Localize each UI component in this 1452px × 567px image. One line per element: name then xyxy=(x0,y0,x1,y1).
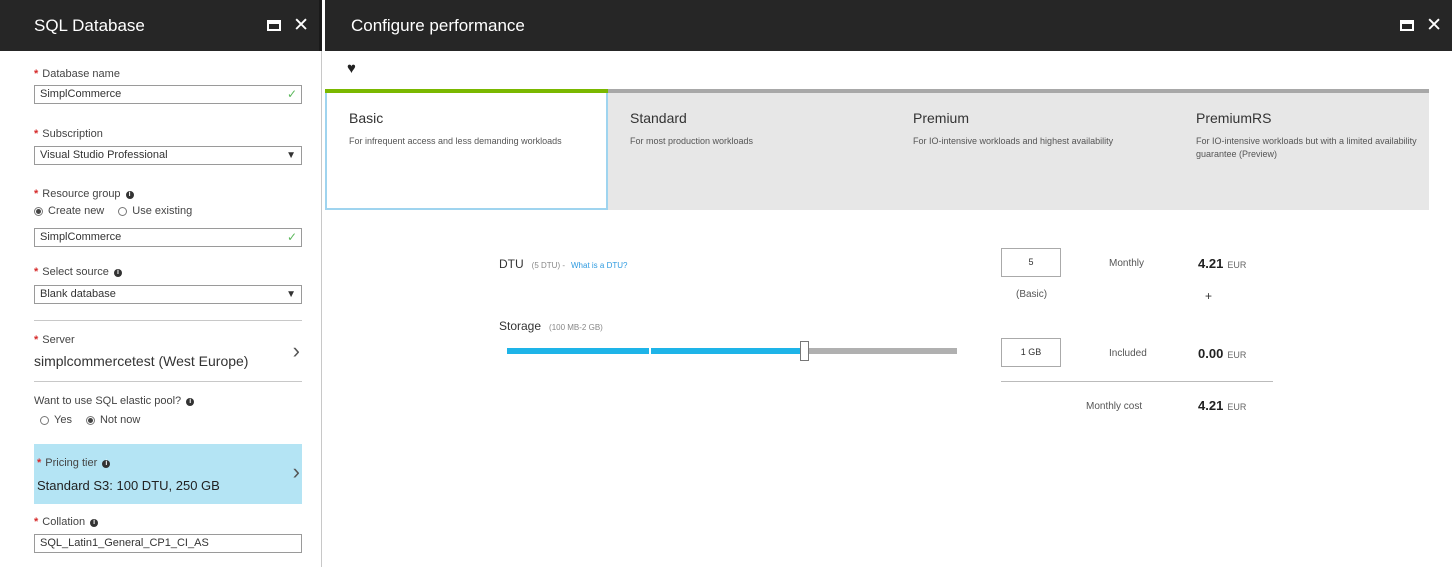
select-source-label: Select source xyxy=(42,266,109,278)
subscription-select[interactable]: Visual Studio Professional ▼ xyxy=(34,146,302,165)
monthly-cost-price: 4.21 EUR xyxy=(1198,398,1247,413)
divider xyxy=(34,320,302,321)
collation-field: * Collation i SQL_Latin1_General_CP1_CI_A… xyxy=(34,515,302,553)
plus-sign: + xyxy=(1205,289,1213,303)
slider-track xyxy=(507,348,957,354)
select-source-select[interactable]: Blank database ▼ xyxy=(34,285,302,304)
info-icon[interactable]: i xyxy=(114,269,122,277)
left-blade-header: SQL Database ✕ xyxy=(0,0,322,51)
tier-premium[interactable]: Premium For IO-intensive workloads and h… xyxy=(891,93,1174,210)
pool-not-now-radio[interactable] xyxy=(85,415,95,425)
maximize-button[interactable] xyxy=(267,20,282,31)
tier-standard[interactable]: Standard For most production workloads xyxy=(608,93,891,210)
left-blade-title: SQL Database xyxy=(34,15,145,35)
sum-divider xyxy=(1001,381,1273,382)
maximize-icon xyxy=(267,20,282,31)
check-icon: ✓ xyxy=(286,230,297,244)
resource-group-field: * Resource group i Create new Use existin… xyxy=(34,187,302,247)
server-selector[interactable]: * Server simplcommercetest (West Europe) … xyxy=(34,333,302,378)
sql-database-blade: * Database name SimplCommerce ✓ * Subscrip… xyxy=(0,51,322,567)
storage-slider[interactable] xyxy=(507,341,957,361)
collation-input[interactable]: SQL_Latin1_General_CP1_CI_AS xyxy=(34,534,302,553)
create-new-radio[interactable] xyxy=(34,206,43,216)
chevron-down-icon: ▼ xyxy=(286,150,296,161)
select-source-field: * Select source i Blank database ▼ xyxy=(34,265,302,304)
database-name-label: Database name xyxy=(42,68,120,80)
info-icon[interactable]: i xyxy=(186,398,195,406)
maximize-button[interactable] xyxy=(1400,20,1415,31)
elastic-pool-field: Want to use SQL elastic pool? i Yes Not … xyxy=(34,394,302,426)
storage-label: Storage (100 MB-2 GB) xyxy=(499,319,603,333)
tier-basic[interactable]: Basic For infrequent access and less dem… xyxy=(325,89,608,210)
info-icon[interactable]: i xyxy=(102,460,111,468)
monthly-label: Monthly xyxy=(1109,258,1145,269)
included-price: 0.00 EUR xyxy=(1198,346,1247,361)
divider xyxy=(34,381,302,382)
server-value: simplcommercetest (West Europe) xyxy=(34,353,249,369)
dtu-value-box[interactable]: 5 xyxy=(1001,248,1061,277)
subscription-label: Subscription xyxy=(42,128,103,140)
maximize-icon xyxy=(1400,20,1415,31)
resource-group-input[interactable]: SimplCommerce ✓ xyxy=(34,228,302,247)
info-icon[interactable]: i xyxy=(90,519,99,527)
database-name-input[interactable]: SimplCommerce ✓ xyxy=(34,85,302,104)
monthly-cost-label: Monthly cost xyxy=(1086,401,1143,412)
what-is-dtu-link[interactable]: What is a DTU? xyxy=(571,261,627,270)
check-icon: ✓ xyxy=(286,87,297,101)
subscription-field: * Subscription Visual Studio Professional… xyxy=(34,127,302,165)
server-label: Server xyxy=(42,334,75,346)
pricing-tier-value: Standard S3: 100 DTU, 250 GB xyxy=(37,478,220,493)
monthly-price: 4.21 EUR xyxy=(1198,256,1247,271)
configure-performance-blade: ♥ Basic For infrequent access and less d… xyxy=(325,51,1452,567)
command-bar: ♥ xyxy=(325,51,1452,90)
heart-icon[interactable]: ♥ xyxy=(347,61,356,76)
close-icon[interactable]: ✕ xyxy=(1426,16,1442,35)
database-name-field: * Database name SimplCommerce ✓ xyxy=(34,67,302,104)
close-icon[interactable]: ✕ xyxy=(293,16,309,35)
right-blade-header: Configure performance ✕ xyxy=(325,0,1452,51)
slider-separator xyxy=(649,348,651,354)
tier-premiumrs[interactable]: PremiumRS For IO-intensive workloads but… xyxy=(1174,93,1429,210)
dtu-tier-text: (Basic) xyxy=(1016,289,1048,300)
pricing-tier-selector[interactable]: * Pricing tier i Standard S3: 100 DTU, 25… xyxy=(34,444,302,504)
storage-value-box[interactable]: 1 GB xyxy=(1001,338,1061,367)
collation-label: Collation xyxy=(42,516,86,528)
right-blade-title: Configure performance xyxy=(351,15,525,35)
chevron-right-icon: › xyxy=(292,338,300,363)
use-existing-radio[interactable] xyxy=(118,206,128,216)
pricing-tier-label: Pricing tier xyxy=(45,457,98,469)
info-icon[interactable]: i xyxy=(125,191,134,199)
included-label: Included xyxy=(1109,348,1147,359)
tier-tabs: Basic For infrequent access and less dem… xyxy=(325,89,1429,210)
elastic-pool-label: Want to use SQL elastic pool? xyxy=(34,395,182,407)
chevron-right-icon: › xyxy=(292,459,300,484)
dtu-label: DTU (5 DTU) - What is a DTU? xyxy=(499,257,628,271)
pool-yes-radio[interactable] xyxy=(40,415,49,425)
slider-fill xyxy=(507,348,804,354)
chevron-down-icon: ▼ xyxy=(286,289,296,300)
resource-group-label: Resource group xyxy=(42,188,121,200)
slider-thumb[interactable] xyxy=(800,341,809,361)
